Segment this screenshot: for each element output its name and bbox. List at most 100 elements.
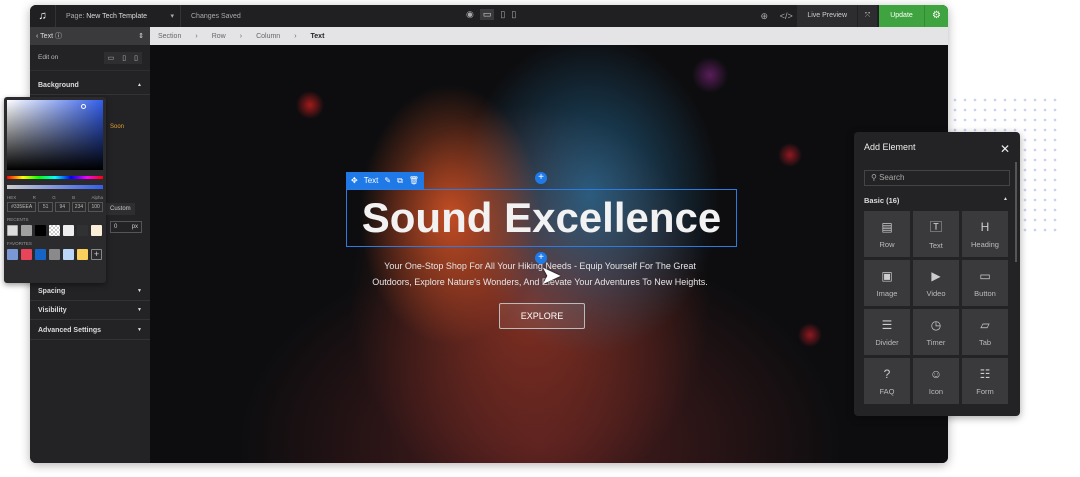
mobile-icon[interactable]: ▯ [511,9,516,20]
swatch[interactable] [21,249,32,260]
page-canvas: ✥ Text ✎ ⧉ 🗑 + Sound Excellence + Your One-S… [150,45,948,463]
explore-button[interactable]: EXPLORE [499,303,585,329]
tablet-icon[interactable]: ▯ [118,52,130,64]
recent-swatches [7,225,103,236]
text-icon: 🅃 [929,220,942,234]
mobile-icon[interactable]: ▯ [130,52,142,64]
close-icon[interactable]: ✕ [1000,142,1010,156]
image-icon: ▣ [881,268,893,283]
save-status: Changes Saved [191,12,241,20]
swatch[interactable] [63,249,74,260]
element-image[interactable]: ▣ Image [864,260,910,306]
alpha-slider[interactable] [7,185,103,189]
gear-icon[interactable]: ⚙ [924,5,948,27]
icon-icon: ☺ [929,366,943,381]
swatch[interactable] [49,249,60,260]
swatch[interactable] [63,225,74,236]
row-icon: ▤ [881,219,893,234]
editor-window: ♫ Page: New Tech Template ▾ Changes Saved… [30,5,948,463]
top-bar: ♫ Page: New Tech Template ▾ Changes Saved… [30,5,948,27]
g-input[interactable]: 94 [54,202,70,212]
coming-soon-label: Soon [110,124,125,130]
swatch[interactable] [91,225,102,236]
swatch[interactable] [49,225,60,236]
trash-icon[interactable]: 🗑 [409,176,419,185]
tab-icon: ▱ [980,317,990,332]
duplicate-icon[interactable]: ⧉ [397,176,403,186]
element-row[interactable]: ▤ Row [864,211,910,257]
swatch[interactable] [7,249,18,260]
divider-icon: ☰ [881,317,893,332]
button-icon: ▭ [979,268,991,283]
panel-title: Text [40,33,54,40]
faq-icon: ? [883,366,891,381]
b-input[interactable]: 234 [71,202,87,212]
add-element-panel: Add Element ✕ ⚲ Search Basic (16) ▲ ▤ Row 🅃 T… [854,132,1020,416]
element-divider[interactable]: ☰ Divider [864,309,910,355]
alpha-input[interactable]: 100 [88,202,103,212]
element-video[interactable]: ▶ Video [913,260,959,306]
tablet-icon[interactable]: ▯ [500,9,505,20]
code-icon[interactable]: </> [775,11,797,21]
eye-icon[interactable]: ◉ [466,9,474,20]
headline[interactable]: Sound Excellence [346,190,737,246]
back-icon[interactable]: ‹ [36,33,38,40]
saturation-area[interactable] [7,100,103,170]
edit-on-label: Edit on [38,54,59,61]
element-faq[interactable]: ? FAQ [864,358,910,404]
help-icon[interactable]: ⓘ [55,33,62,40]
swatch[interactable] [77,249,88,260]
r-input[interactable]: 51 [38,202,53,212]
swatch[interactable] [21,225,32,236]
edit-icon[interactable]: ✎ [384,176,391,185]
section-spacing[interactable]: Spacing ▼ [30,282,150,301]
page-selector[interactable]: Page: New Tech Template ▾ [56,5,181,27]
desktop-icon[interactable]: ▭ [479,9,495,20]
element-form[interactable]: ☷ Form [962,358,1008,404]
search-icon: ⚲ [871,173,877,182]
crumb-section[interactable]: Section [158,33,181,40]
hue-slider[interactable] [7,176,103,179]
swatch[interactable] [35,249,46,260]
section-visibility[interactable]: Visibility ▼ [30,301,150,320]
app-logo[interactable]: ♫ [30,5,56,27]
globe-icon[interactable]: ⊕ [753,11,775,22]
category-basic[interactable]: Basic (16) ▲ [864,196,1010,205]
breadcrumb: Section › Row › Column › Text [150,27,948,45]
custom-button[interactable]: Custom [106,203,135,215]
form-icon: ☷ [979,366,991,381]
element-heading[interactable]: H Heading [962,211,1008,257]
cursor-icon: ➤ [540,260,562,290]
element-button[interactable]: ▭ Button [962,260,1008,306]
crumb-column[interactable]: Column [256,33,280,40]
search-input[interactable]: ⚲ Search [864,170,1010,186]
element-toolbar[interactable]: ✥ Text ✎ ⧉ 🗑 [346,172,424,189]
section-background[interactable]: Background ▲ [30,76,150,95]
live-preview-button[interactable]: Live Preview [797,5,857,27]
element-timer[interactable]: ◷ Timer [913,309,959,355]
swatch[interactable] [7,225,18,236]
fullscreen-icon[interactable]: ⤧ [857,5,877,27]
section-advanced-settings[interactable]: Advanced Settings ▼ [30,321,150,340]
crumb-row[interactable]: Row [212,33,226,40]
swatch[interactable] [77,225,88,236]
element-tab[interactable]: ▱ Tab [962,309,1008,355]
element-text[interactable]: 🅃 Text [913,211,959,257]
update-button[interactable]: Update [879,5,924,27]
color-picker: HEX R G B Alpha #335EEA 51 94 234 100 RECENTS FA… [4,97,106,283]
collapse-icon[interactable]: ⇕ [138,32,144,40]
chevron-down-icon: ▾ [170,13,174,20]
desktop-icon[interactable]: ▭ [104,52,119,64]
favorite-swatches: + [7,249,103,260]
panel-title: Add Element [864,142,916,152]
swatch[interactable] [35,225,46,236]
crumb-text[interactable]: Text [311,33,325,40]
scrollbar[interactable] [1015,162,1017,262]
add-above-button[interactable]: + [535,172,547,184]
element-icon[interactable]: ☺ Icon [913,358,959,404]
add-swatch-button[interactable]: + [91,249,102,260]
hex-input[interactable]: #335EEA [7,202,37,212]
timer-icon: ◷ [930,317,942,332]
move-icon[interactable]: ✥ [351,176,358,185]
px-input[interactable]: 0 px [110,221,142,233]
